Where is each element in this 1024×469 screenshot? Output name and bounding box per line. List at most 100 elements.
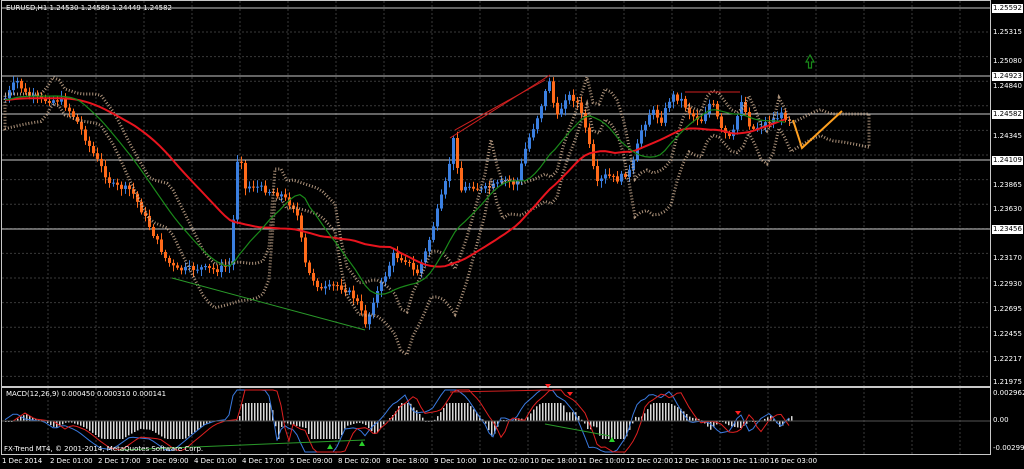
buy-signal-icon: [327, 444, 333, 449]
candle-body: [464, 186, 467, 191]
candle-body: [636, 143, 639, 160]
candle-body: [444, 181, 447, 195]
candle-body: [452, 138, 455, 164]
macd-histogram-bar: [317, 421, 319, 439]
macd-histogram-bar: [239, 415, 241, 421]
macd-histogram-bar: [275, 421, 277, 427]
candle-body: [20, 80, 23, 89]
macd-histogram-bar: [329, 421, 331, 439]
price-tick: 1.23630: [993, 205, 1022, 213]
sell-signal-icon: [567, 392, 573, 396]
candle-body: [668, 101, 671, 109]
macd-histogram-bar: [263, 403, 265, 421]
price-level-tag: 1.24109: [992, 156, 1023, 165]
candle-body: [244, 162, 247, 189]
candle-body: [360, 301, 363, 311]
candle-body: [476, 188, 479, 190]
candle-body: [592, 144, 595, 167]
candle-body: [156, 235, 159, 240]
macd-histogram-bar: [86, 421, 88, 429]
candle-body: [736, 116, 739, 130]
macd-histogram-bar: [404, 403, 406, 421]
macd-histogram-bar: [662, 403, 664, 421]
trend-line: [454, 79, 546, 131]
candle-body: [372, 302, 375, 315]
candle-body: [88, 140, 91, 146]
macd-histogram-bar: [605, 421, 607, 439]
macd-histogram-bar: [638, 417, 640, 421]
macd-histogram-bar: [767, 417, 769, 421]
macd-histogram-bar: [554, 403, 556, 421]
macd-histogram-bar: [374, 421, 376, 435]
candle-body: [616, 176, 619, 182]
macd-histogram-bar: [137, 421, 139, 431]
candle-body: [276, 192, 279, 197]
candle-body: [540, 106, 543, 119]
candle-body: [132, 189, 135, 194]
macd-histogram-bar: [437, 416, 439, 421]
candle-body: [644, 124, 647, 131]
macd-histogram-bar: [314, 421, 316, 439]
macd-histogram-bar: [161, 421, 163, 437]
macd-histogram-bar: [542, 403, 544, 421]
macd-histogram-bar: [305, 421, 307, 428]
price-level-tag: 1.24923: [992, 72, 1023, 81]
candle-body: [404, 260, 407, 262]
price-tick: 1.23865: [993, 181, 1022, 189]
candle-body: [340, 285, 343, 290]
time-tick: 2 Dec 17:00: [98, 457, 141, 465]
macd-histogram-bar: [545, 403, 547, 421]
candle-body: [664, 108, 667, 123]
macd-histogram-bar: [464, 403, 466, 421]
macd-histogram-bar: [83, 421, 85, 428]
macd-histogram-bar: [338, 421, 340, 439]
candle-body: [708, 103, 711, 114]
macd-histogram-bar: [407, 403, 409, 421]
buy-signal-icon: [359, 441, 365, 446]
candle-body: [348, 290, 351, 293]
candle-body: [92, 145, 95, 154]
candle-body: [652, 109, 655, 115]
time-tick: 2 Dec 01:00: [50, 457, 93, 465]
macd-histogram-bar: [149, 421, 151, 430]
candle-body: [384, 276, 387, 282]
macd-histogram-bar: [593, 421, 595, 427]
macd-histogram-bar: [452, 403, 454, 421]
macd-histogram-bar: [668, 403, 670, 421]
macd-histogram-bar: [455, 403, 457, 421]
macd-histogram-bar: [647, 409, 649, 421]
time-tick: 4 Dec 17:00: [242, 457, 285, 465]
macd-histogram-bar: [269, 403, 271, 421]
candle-body: [236, 161, 239, 220]
metatrader-chart-window[interactable]: EURUSD,H1 1.24530 1.24589 1.24449 1.2458…: [0, 0, 1024, 469]
candle-body: [196, 269, 199, 271]
candle-body: [300, 215, 303, 238]
candle-body: [776, 118, 779, 120]
candle-body: [584, 113, 587, 128]
candle-body: [608, 174, 611, 176]
macd-histogram-bar: [290, 421, 292, 425]
candle-body: [400, 258, 403, 261]
macd-histogram-bar: [26, 414, 28, 421]
macd-histogram-bar: [107, 421, 109, 439]
macd-histogram-bar: [188, 421, 190, 437]
projection-line: [792, 110, 843, 150]
price-tick: 1.22695: [993, 305, 1022, 313]
candle-body: [680, 98, 683, 101]
macd-histogram-bar: [173, 421, 175, 439]
macd-histogram-bar: [449, 403, 451, 421]
candle-body: [112, 182, 115, 184]
macd-histogram-bar: [443, 407, 445, 421]
macd-histogram-bar: [602, 421, 604, 439]
candle-body: [220, 265, 223, 273]
macd-histogram-bar: [104, 421, 106, 439]
candle-body: [692, 113, 695, 117]
candle-body: [68, 107, 71, 112]
candle-body: [80, 121, 83, 130]
macd-histogram-bar: [260, 403, 262, 421]
sell-signal-icon: [735, 411, 741, 415]
candle-body: [200, 267, 203, 270]
macd-histogram-bar: [98, 421, 100, 438]
candle-body: [532, 129, 535, 138]
time-tick: 12 Dec 18:00: [674, 457, 722, 465]
